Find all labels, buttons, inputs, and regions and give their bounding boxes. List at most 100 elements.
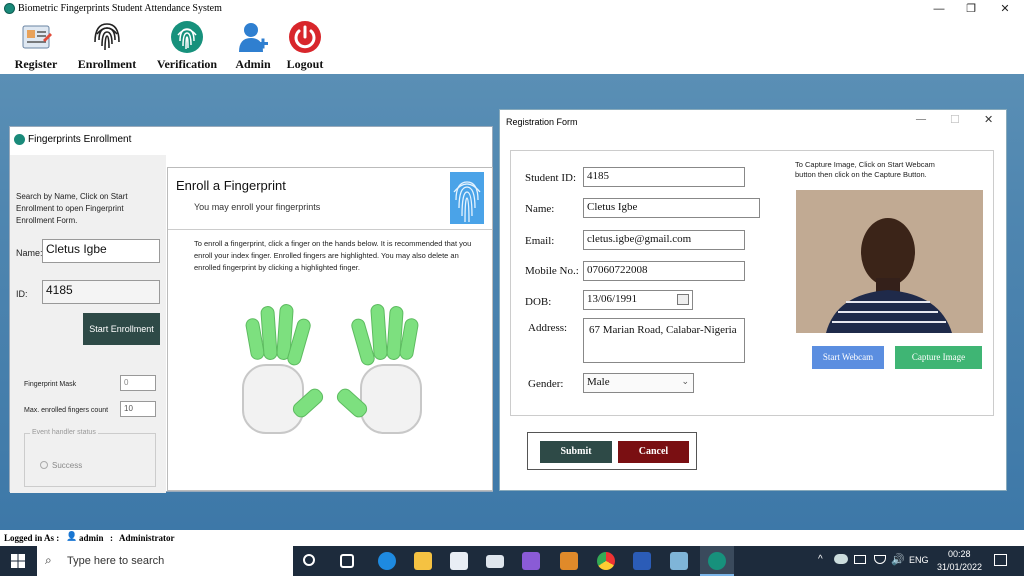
edge-icon[interactable] bbox=[378, 552, 396, 570]
fingerprint-banner-icon bbox=[450, 172, 484, 224]
notepad-icon[interactable] bbox=[670, 552, 688, 570]
user-avatar-icon: 👤 bbox=[66, 531, 78, 541]
reg-close-button[interactable]: ✕ bbox=[984, 113, 993, 126]
dob-label: DOB: bbox=[525, 296, 552, 308]
xampp-icon[interactable] bbox=[560, 552, 578, 570]
minimize-button[interactable]: — bbox=[922, 0, 956, 18]
register-form-icon bbox=[22, 25, 52, 49]
onedrive-icon[interactable] bbox=[834, 554, 848, 564]
mail-icon[interactable] bbox=[486, 555, 504, 568]
capture-instructions: To Capture Image, Click on Start Webcam … bbox=[795, 160, 935, 179]
logout-label: Logout bbox=[286, 57, 324, 71]
capture-image-button[interactable]: Capture Image bbox=[895, 346, 982, 369]
task-view-icon[interactable] bbox=[340, 554, 354, 568]
enroll-panel-title: Enroll a Fingerprint bbox=[176, 178, 286, 193]
verification-button[interactable]: Verification bbox=[150, 18, 224, 74]
left-ring-finger[interactable] bbox=[260, 305, 278, 361]
gender-select[interactable]: Male ⌄ bbox=[583, 373, 694, 393]
verification-label: Verification bbox=[156, 57, 218, 71]
id-input[interactable]: 4185 bbox=[42, 280, 160, 304]
app-title: Biometric Fingerprints Student Attendanc… bbox=[18, 3, 222, 14]
volume-icon[interactable]: 🔊 bbox=[891, 553, 905, 566]
fingerprint-mask-stepper[interactable]: 0 bbox=[120, 375, 156, 391]
search-icon: ⌕ bbox=[45, 553, 52, 567]
main-toolbar: Register Enrollment Verification Admin L… bbox=[0, 18, 1024, 74]
id-label: ID: bbox=[16, 289, 28, 299]
student-id-label: Student ID: bbox=[525, 172, 577, 184]
calendar-icon[interactable] bbox=[677, 294, 689, 305]
active-app-tab[interactable] bbox=[700, 546, 734, 576]
app-title-bar: Biometric Fingerprints Student Attendanc… bbox=[0, 0, 1024, 18]
language-indicator[interactable]: ENG bbox=[909, 555, 929, 565]
notifications-icon[interactable] bbox=[994, 554, 1007, 566]
close-button[interactable]: ✕ bbox=[988, 0, 1022, 18]
show-hidden-icons-icon[interactable]: ^ bbox=[818, 554, 823, 565]
event-status: Success bbox=[52, 461, 83, 470]
attendance-app-icon bbox=[708, 552, 726, 570]
dob-datepicker[interactable]: 13/06/1991 bbox=[583, 290, 693, 310]
enrollment-label: Enrollment bbox=[77, 57, 137, 71]
reg-maximize-button[interactable]: ☐ bbox=[950, 113, 960, 126]
clock-date[interactable]: 31/01/2022 bbox=[937, 562, 982, 572]
logout-button[interactable]: Logout bbox=[282, 18, 328, 74]
fingerprint-mask-label: Fingerprint Mask bbox=[24, 381, 77, 388]
power-icon bbox=[289, 21, 321, 53]
word-icon[interactable] bbox=[633, 552, 651, 570]
event-group-label: Event handler status bbox=[30, 429, 98, 436]
enrollment-button[interactable]: Enrollment bbox=[72, 18, 142, 74]
wifi-icon[interactable] bbox=[874, 555, 886, 564]
chrome-icon[interactable] bbox=[597, 552, 615, 570]
window-logo-icon bbox=[14, 134, 25, 145]
user-role: Administrator bbox=[119, 533, 175, 543]
taskbar-search[interactable]: ⌕ Type here to search bbox=[37, 546, 293, 576]
gender-value: Male bbox=[587, 376, 610, 388]
maximize-button[interactable]: ❐ bbox=[954, 0, 988, 18]
email-input[interactable]: cletus.igbe@gmail.com bbox=[583, 230, 745, 250]
max-enrolled-label: Max. enrolled fingers count bbox=[24, 407, 109, 414]
windows-taskbar: ⌕ Type here to search ^ 🔊 ENG 00:28 31/0… bbox=[0, 546, 1024, 576]
reg-minimize-button[interactable]: — bbox=[916, 114, 926, 125]
gender-label: Gender: bbox=[528, 378, 564, 390]
cortana-icon[interactable] bbox=[303, 554, 315, 566]
max-enrolled-stepper[interactable]: 10 bbox=[120, 401, 156, 417]
enroll-panel: Enroll a Fingerprint You may enroll your… bbox=[167, 167, 493, 491]
address-label: Address: bbox=[528, 322, 568, 334]
register-label: Register bbox=[14, 57, 58, 71]
status-separator: : bbox=[110, 533, 113, 543]
enrollment-window: Fingerprints Enrollment Search by Name, … bbox=[9, 126, 493, 493]
mobile-input[interactable]: 07060722008 bbox=[583, 261, 745, 281]
student-id-input[interactable]: 4185 bbox=[583, 167, 745, 187]
windows-start-icon[interactable] bbox=[11, 554, 25, 568]
enroll-panel-subtitle: You may enroll your fingerprints bbox=[194, 202, 321, 212]
file-explorer-icon[interactable] bbox=[414, 552, 432, 570]
visual-studio-icon[interactable] bbox=[522, 552, 540, 570]
right-middle-finger[interactable] bbox=[370, 303, 388, 361]
address-textarea[interactable]: 67 Marian Road, Calabar-Nigeria bbox=[583, 318, 745, 363]
enroll-panel-text: To enroll a fingerprint, click a finger … bbox=[194, 239, 472, 272]
cancel-button[interactable]: Cancel bbox=[618, 441, 689, 463]
status-bar: Logged in As : 👤 admin : Administrator bbox=[0, 530, 1024, 546]
name-input[interactable]: Cletus Igbe bbox=[42, 239, 160, 263]
admin-button[interactable]: Admin bbox=[230, 18, 276, 74]
email-label: Email: bbox=[525, 235, 555, 247]
enrollment-window-title: Fingerprints Enrollment bbox=[28, 134, 132, 145]
event-handler-group bbox=[24, 433, 156, 487]
register-button[interactable]: Register bbox=[6, 18, 66, 74]
registration-window: Registration Form — ☐ ✕ Student ID: 4185… bbox=[499, 109, 1007, 491]
start-webcam-button[interactable]: Start Webcam bbox=[812, 346, 884, 369]
right-palm bbox=[360, 364, 422, 434]
left-palm bbox=[242, 364, 304, 434]
network-icon[interactable] bbox=[854, 555, 866, 564]
submit-button[interactable]: Submit bbox=[540, 441, 612, 463]
admin-label: Admin bbox=[235, 57, 271, 71]
name-label: Name: bbox=[525, 203, 555, 215]
logged-in-label: Logged in As : bbox=[4, 533, 60, 543]
clock-time[interactable]: 00:28 bbox=[948, 549, 971, 559]
dob-value: 13/06/1991 bbox=[587, 293, 638, 305]
name-input[interactable]: Cletus Igbe bbox=[583, 198, 760, 218]
store-icon[interactable] bbox=[450, 552, 468, 570]
fingerprint-verify-icon bbox=[171, 21, 203, 53]
webcam-preview bbox=[796, 190, 983, 333]
start-enrollment-button[interactable]: Start Enrollment bbox=[83, 313, 160, 345]
mobile-label: Mobile No.: bbox=[525, 265, 579, 277]
